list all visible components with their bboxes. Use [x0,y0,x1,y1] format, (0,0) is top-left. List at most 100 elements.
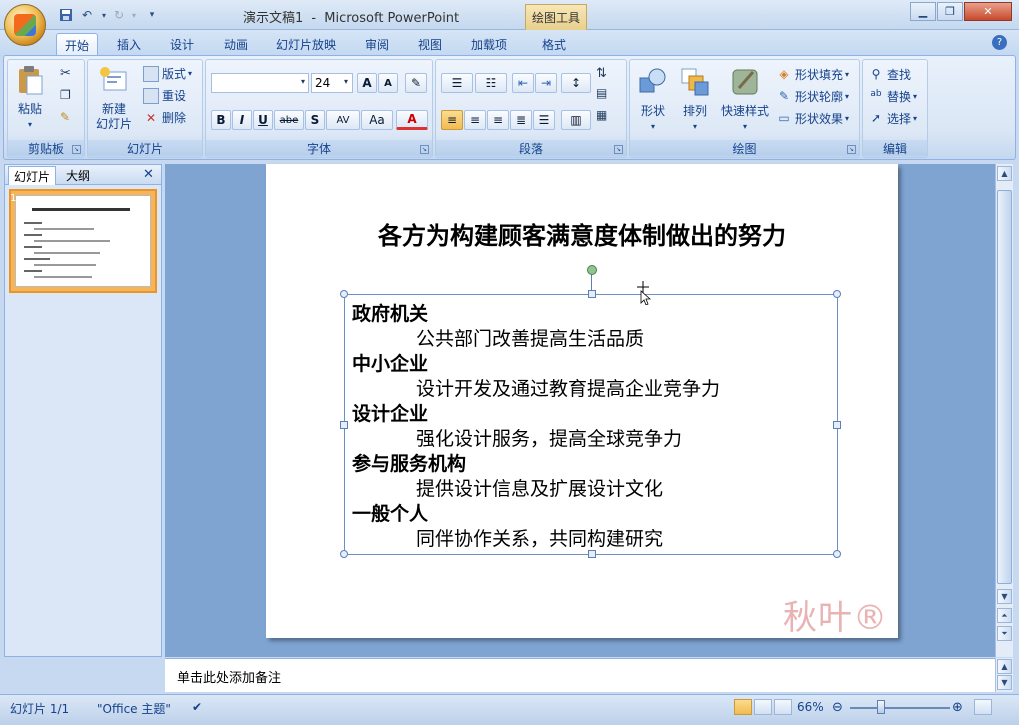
font-name-dropdown-icon[interactable]: ▾ [301,77,305,86]
bullets-button[interactable]: ☰ [441,73,473,93]
font-size-dropdown-icon[interactable]: ▾ [344,77,348,86]
slide-thumbnail[interactable] [9,189,157,293]
character-spacing-button[interactable]: AV [326,110,360,130]
zoom-slider-track[interactable] [850,707,950,709]
bold-button[interactable]: B [211,110,231,130]
resize-handle-left[interactable] [340,421,348,429]
slideshow-view-icon[interactable] [774,699,792,715]
scroll-up-icon[interactable]: ▲ [997,166,1012,181]
tab-view[interactable]: 视图 [410,33,450,56]
justify-button[interactable]: ≣ [510,110,532,130]
line-spacing-button[interactable]: ↕ [561,73,591,93]
resize-handle-bottom-left[interactable] [340,550,348,558]
italic-button[interactable]: I [232,110,252,130]
rotation-handle[interactable] [587,265,597,275]
resize-handle-top-right[interactable] [833,290,841,298]
align-center-button[interactable]: ≡ [464,110,486,130]
copy-icon[interactable]: ❐ [60,88,71,102]
replace-button[interactable]: ab 替换 ▾ [868,88,917,105]
convert-smartart-icon[interactable]: ▦ [596,108,607,122]
notes-scrollbar[interactable]: ▲ ▼ [995,658,1013,692]
zoom-out-icon[interactable]: ⊖ [832,700,843,715]
resize-handle-bottom-right[interactable] [833,550,841,558]
normal-view-icon[interactable] [734,699,752,715]
zoom-in-icon[interactable]: ⊕ [952,700,963,715]
font-name-combo[interactable] [211,73,309,93]
arrange-button[interactable]: 排列 ▾ [676,66,714,134]
text-direction-icon[interactable]: ⇅ [596,66,607,81]
clipboard-launcher-icon[interactable]: ↘ [72,145,81,154]
office-button[interactable] [4,4,46,46]
tab-review[interactable]: 审阅 [357,33,397,56]
tab-design[interactable]: 设计 [162,33,202,56]
shadow-button[interactable]: S [305,110,325,130]
new-slide-button[interactable]: 新建 幻灯片 [91,64,137,132]
cut-icon[interactable]: ✂ [60,66,71,81]
restore-button[interactable]: ❐ [937,2,963,21]
tab-slides-thumbnails[interactable]: 幻灯片 [8,166,57,185]
save-icon[interactable] [57,6,75,24]
fit-to-window-icon[interactable] [974,699,992,715]
resize-handle-top-left[interactable] [340,290,348,298]
drawing-launcher-icon[interactable]: ↘ [847,145,856,154]
grow-font-button[interactable]: A [357,73,377,93]
slide-sorter-view-icon[interactable] [754,699,772,715]
find-button[interactable]: ⚲ 查找 [868,66,911,83]
format-painter-icon[interactable]: ✎ [60,110,70,124]
tab-slideshow[interactable]: 幻灯片放映 [268,33,344,56]
tab-animations[interactable]: 动画 [216,33,256,56]
minimize-button[interactable]: ▁ [910,2,936,21]
resize-handle-bottom[interactable] [588,550,596,558]
strikethrough-button[interactable]: abe [274,110,304,130]
undo-icon[interactable]: ↶ [78,6,96,24]
zoom-slider-thumb[interactable] [877,700,885,714]
close-window-button[interactable]: ✕ [964,2,1012,21]
distribute-button[interactable]: ☰ [533,110,555,130]
paragraph-launcher-icon[interactable]: ↘ [614,145,623,154]
reset-button[interactable]: 重设 [143,87,186,104]
shape-effects-button[interactable]: ▭ 形状效果 ▾ [776,110,849,127]
redo-dropdown-icon[interactable]: ▾ [125,6,143,24]
next-slide-icon[interactable]: ⏷ [997,626,1012,641]
font-launcher-icon[interactable]: ↘ [420,145,429,154]
content-textbox[interactable]: 政府机关 公共部门改善提高生活品质 中小企业 设计开发及通过教育提高企业竞争力 … [340,265,841,558]
underline-button[interactable]: U [253,110,273,130]
shape-outline-button[interactable]: ✎ 形状轮廓 ▾ [776,88,849,105]
quick-styles-button[interactable]: 快速样式 ▾ [718,66,772,134]
shrink-font-button[interactable]: A [378,73,398,93]
previous-slide-icon[interactable]: ⏶ [997,608,1012,623]
slide-title[interactable]: 各方为构建顾客满意度体制做出的努力 [266,216,898,251]
align-left-button[interactable]: ≡ [441,110,463,130]
slide-canvas[interactable]: 各方为构建顾客满意度体制做出的努力 政府机关 公共部门改善提高生活品质 中小企业… [266,164,898,638]
customize-quick-access-icon[interactable]: ▾ [143,6,161,24]
scroll-down-icon[interactable]: ▼ [997,589,1012,604]
scrollbar-thumb[interactable] [997,190,1012,584]
tab-format[interactable]: 格式 [534,33,574,56]
columns-button[interactable]: ▥ [561,110,591,130]
notes-pane[interactable]: 单击此处添加备注 [165,658,995,692]
select-button[interactable]: ➚ 选择 ▾ [868,110,917,127]
change-case-button[interactable]: Aa [361,110,393,130]
tab-outline[interactable]: 大纲 [61,166,95,185]
vertical-scrollbar[interactable]: ▲ ▼ ⏶ ⏷ [995,164,1013,657]
increase-indent-button[interactable]: ⇥ [535,73,557,93]
tab-insert[interactable]: 插入 [109,33,149,56]
paste-button[interactable]: 粘贴 ▾ [12,64,48,132]
font-color-button[interactable]: A [396,110,428,130]
shape-fill-button[interactable]: ◈ 形状填充 ▾ [776,66,849,83]
align-right-button[interactable]: ≡ [487,110,509,130]
notes-scroll-up-icon[interactable]: ▲ [997,659,1012,674]
resize-handle-right[interactable] [833,421,841,429]
spell-check-icon[interactable]: ✔ [192,700,202,714]
clear-formatting-button[interactable]: ✎ [405,73,427,93]
decrease-indent-button[interactable]: ⇤ [512,73,534,93]
delete-slide-button[interactable]: ✕ 删除 [143,109,186,126]
numbering-button[interactable]: ☷ [475,73,507,93]
layout-button[interactable]: 版式 ▾ [143,65,192,82]
tab-addins[interactable]: 加载项 [463,33,515,56]
close-pane-icon[interactable]: ✕ [143,167,154,182]
zoom-level[interactable]: 66% [797,700,824,714]
shapes-button[interactable]: 形状 ▾ [634,66,672,134]
tab-home[interactable]: 开始 [56,33,99,56]
notes-scroll-down-icon[interactable]: ▼ [997,675,1012,690]
